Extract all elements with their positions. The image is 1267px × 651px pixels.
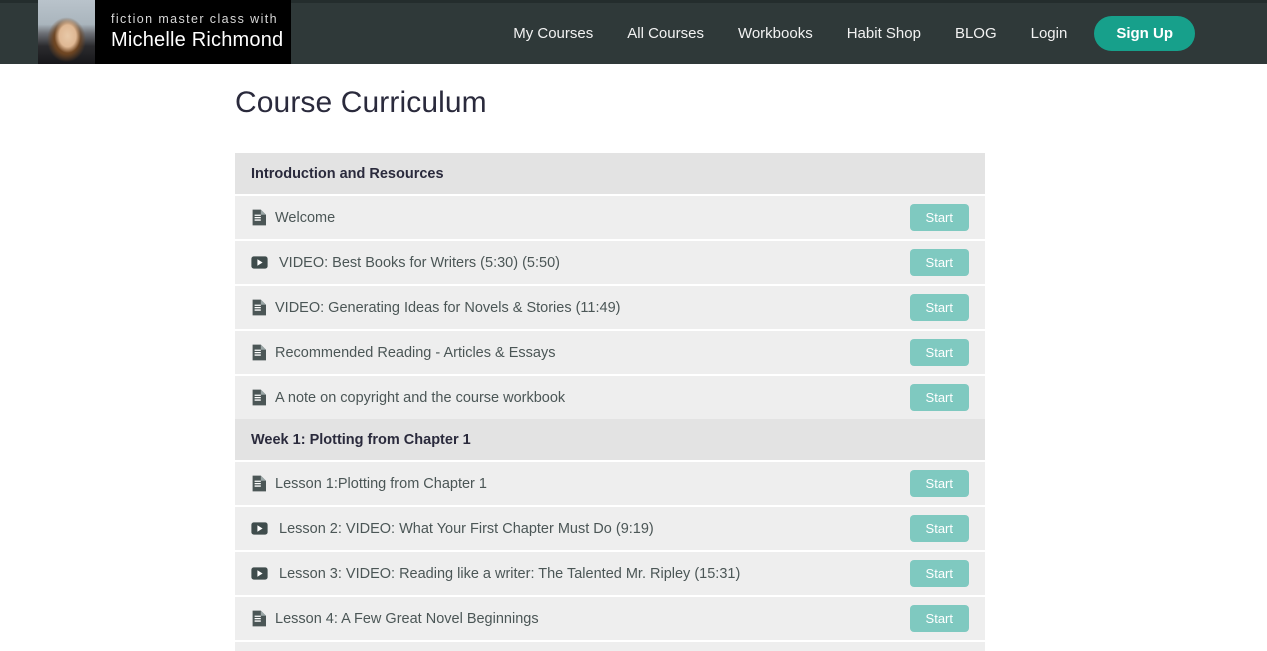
lesson-title: A note on copyright and the course workb… <box>275 390 565 406</box>
brand-name: Michelle Richmond <box>111 29 277 52</box>
video-icon <box>251 565 268 582</box>
lesson-info: Lesson 3: VIDEO: Reading like a writer: … <box>251 565 898 582</box>
lesson-row[interactable]: Lesson 3: VIDEO: Reading like a writer: … <box>235 550 985 595</box>
lesson-row[interactable] <box>235 640 985 651</box>
document-icon <box>251 475 268 492</box>
lesson-title: Lesson 1:Plotting from Chapter 1 <box>275 476 487 492</box>
lesson-row[interactable]: VIDEO: Best Books for Writers (5:30) (5:… <box>235 239 985 284</box>
video-icon <box>251 520 268 537</box>
lesson-row[interactable]: Welcome Start <box>235 194 985 239</box>
lesson-info: Lesson 1:Plotting from Chapter 1 <box>251 475 898 492</box>
lesson-title: Recommended Reading - Articles & Essays <box>275 345 555 361</box>
start-button[interactable]: Start <box>910 249 969 276</box>
lesson-row[interactable]: A note on copyright and the course workb… <box>235 374 985 419</box>
start-button[interactable]: Start <box>910 204 969 231</box>
author-photo-icon <box>38 0 95 64</box>
lesson-title: VIDEO: Best Books for Writers (5:30) (5:… <box>279 255 560 271</box>
nav-item-habit-shop[interactable]: Habit Shop <box>830 3 938 64</box>
lesson-title: Welcome <box>275 210 335 226</box>
start-button[interactable]: Start <box>910 339 969 366</box>
brand-text-block: fiction master class with Michelle Richm… <box>95 0 291 64</box>
main-navigation: My Courses All Courses Workbooks Habit S… <box>496 3 1195 64</box>
video-icon <box>251 254 268 271</box>
lesson-info: Recommended Reading - Articles & Essays <box>251 344 898 361</box>
start-button[interactable]: Start <box>910 294 969 321</box>
lesson-row[interactable]: VIDEO: Generating Ideas for Novels & Sto… <box>235 284 985 329</box>
brand-kicker: fiction master class with <box>111 12 277 26</box>
lesson-info: Welcome <box>251 209 898 226</box>
main-content: Course Curriculum Introduction and Resou… <box>0 86 1267 651</box>
curriculum-list: Introduction and Resources Welcome Start VI… <box>235 153 985 651</box>
sign-up-button[interactable]: Sign Up <box>1094 16 1195 51</box>
document-icon <box>251 344 268 361</box>
lesson-row[interactable]: Lesson 2: VIDEO: What Your First Chapter… <box>235 505 985 550</box>
nav-item-my-courses[interactable]: My Courses <box>496 3 610 64</box>
start-button[interactable]: Start <box>910 384 969 411</box>
lesson-info: Lesson 2: VIDEO: What Your First Chapter… <box>251 520 898 537</box>
start-button[interactable]: Start <box>910 605 969 632</box>
document-icon <box>251 299 268 316</box>
document-icon <box>251 389 268 406</box>
site-header: fiction master class with Michelle Richm… <box>0 3 1267 64</box>
lesson-info: Lesson 4: A Few Great Novel Beginnings <box>251 610 898 627</box>
lesson-row[interactable]: Recommended Reading - Articles & Essays S… <box>235 329 985 374</box>
lesson-row[interactable]: Lesson 4: A Few Great Novel Beginnings St… <box>235 595 985 640</box>
nav-item-login[interactable]: Login <box>1014 3 1085 64</box>
curriculum-section-header: Week 1: Plotting from Chapter 1 <box>235 419 985 460</box>
lesson-title: Lesson 4: A Few Great Novel Beginnings <box>275 611 539 627</box>
brand-logo[interactable]: fiction master class with Michelle Richm… <box>38 0 291 64</box>
lesson-info: VIDEO: Best Books for Writers (5:30) (5:… <box>251 254 898 271</box>
lesson-info: A note on copyright and the course workb… <box>251 389 898 406</box>
document-icon <box>251 610 268 627</box>
lesson-title: Lesson 2: VIDEO: What Your First Chapter… <box>279 521 654 537</box>
document-icon <box>251 209 268 226</box>
lesson-info: VIDEO: Generating Ideas for Novels & Sto… <box>251 299 898 316</box>
start-button[interactable]: Start <box>910 470 969 497</box>
nav-item-workbooks[interactable]: Workbooks <box>721 3 830 64</box>
nav-item-blog[interactable]: BLOG <box>938 3 1014 64</box>
lesson-row[interactable]: Lesson 1:Plotting from Chapter 1 Start <box>235 460 985 505</box>
nav-item-all-courses[interactable]: All Courses <box>610 3 721 64</box>
lesson-title: Lesson 3: VIDEO: Reading like a writer: … <box>279 566 740 582</box>
curriculum-section-header: Introduction and Resources <box>235 153 985 194</box>
page-title: Course Curriculum <box>235 86 1267 120</box>
lesson-title: VIDEO: Generating Ideas for Novels & Sto… <box>275 300 620 316</box>
start-button[interactable]: Start <box>910 560 969 587</box>
start-button[interactable]: Start <box>910 515 969 542</box>
